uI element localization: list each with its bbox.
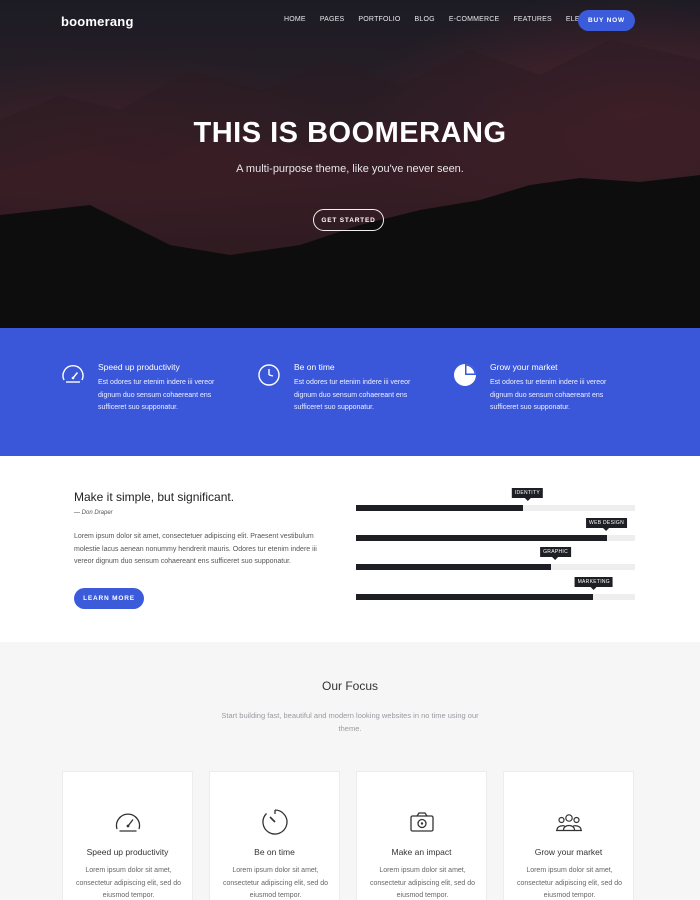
pie-chart-icon [454,364,476,386]
card-title: Grow your market [534,847,603,857]
card-text: Lorem ipsum dolor sit amet, consectetur … [369,867,476,899]
focus-card-on-time: Be on time Lorem ipsum dolor sit amet, c… [209,771,340,900]
learn-more-button[interactable]: LEARN MORE [74,588,144,609]
progress-bar-identity: IDENTITY [356,488,635,511]
nav-item-portfolio[interactable]: PORTFOLIO [358,16,400,23]
progress-label: GRAPHIC [540,547,571,560]
nav-item-pages[interactable]: PAGES [320,16,345,23]
card-title: Speed up productivity [86,847,169,857]
quote-author: — Don Draper [74,510,113,516]
hero-title: THIS IS BOOMERANG [0,117,700,150]
progress-label: IDENTITY [511,488,543,501]
main-nav: HOME PAGES PORTFOLIO BLOG E-COMMERCE FEA… [284,16,619,23]
hero-title-brand: BOOMERANG [307,117,507,149]
nav-item-features[interactable]: FEATURES [513,16,551,23]
buy-now-button[interactable]: BUY NOW [578,10,635,31]
card-title: Make an impact [391,847,452,857]
progress-label: WEB DESIGN [586,518,627,531]
feature-text: Est odores tur etenim indere iii vereor … [490,379,607,411]
camera-icon [409,812,434,832]
progress-fill [356,535,607,541]
progress-label: MARKETING [574,577,613,590]
focus-lead: Start building fast, beautiful and moder… [221,711,479,733]
timer-icon [261,809,288,835]
progress-bar-marketing: MARKETING [356,577,635,600]
focus-card-grow: Grow your market Lorem ipsum dolor sit a… [503,771,634,900]
card-title: Be on time [254,847,295,857]
feature-title: Be on time [294,362,335,372]
team-icon [555,814,582,832]
nav-item-home[interactable]: HOME [284,16,306,23]
card-text: Lorem ipsum dolor sit amet, consectetur … [75,867,182,899]
feature-text: Est odores tur etenim indere iii vereor … [98,379,215,411]
skills-heading: Make it simple, but significant. [74,490,235,504]
card-text: Lorem ipsum dolor sit amet, consectetur … [516,867,623,899]
feature-text: Est odores tur etenim indere iii vereor … [294,379,411,411]
speedometer-icon [62,364,84,383]
focus-card-speed: Speed up productivity Lorem ipsum dolor … [62,771,193,900]
features-band: Speed up productivity Est odores tur ete… [0,328,700,456]
speedometer-icon [115,813,140,832]
focus-card-impact: Make an impact Lorem ipsum dolor sit ame… [356,771,487,900]
progress-fill [356,594,593,600]
card-text: Lorem ipsum dolor sit amet, consectetur … [222,867,329,899]
focus-section: Our Focus Start building fast, beautiful… [0,642,700,900]
top-navbar: boomerang HOME PAGES PORTFOLIO BLOG E-CO… [0,0,700,44]
progress-bar-graphic: GRAPHIC [356,547,635,570]
nav-item-ecommerce[interactable]: E-COMMERCE [449,16,500,23]
focus-heading: Our Focus [321,679,378,693]
progress-bar-web-design: WEB DESIGN [356,518,635,541]
hero-section: boomerang HOME PAGES PORTFOLIO BLOG E-CO… [0,0,700,328]
hero-title-prefix: THIS IS [193,117,308,149]
brand-logo[interactable]: boomerang [61,14,134,29]
skills-paragraph: Lorem ipsum dolor sit amet, consectetuer… [74,533,317,565]
feature-title: Speed up productivity [98,362,180,372]
feature-title: Grow your market [490,362,558,372]
nav-item-blog[interactable]: BLOG [415,16,435,23]
progress-fill [356,505,523,511]
skills-section: Make it simple, but significant. — Don D… [0,456,700,642]
progress-fill [356,564,551,570]
hero-subtitle: A multi-purpose theme, like you've never… [236,163,464,175]
get-started-button[interactable]: GET STARTED [313,209,384,231]
clock-icon [258,364,280,386]
